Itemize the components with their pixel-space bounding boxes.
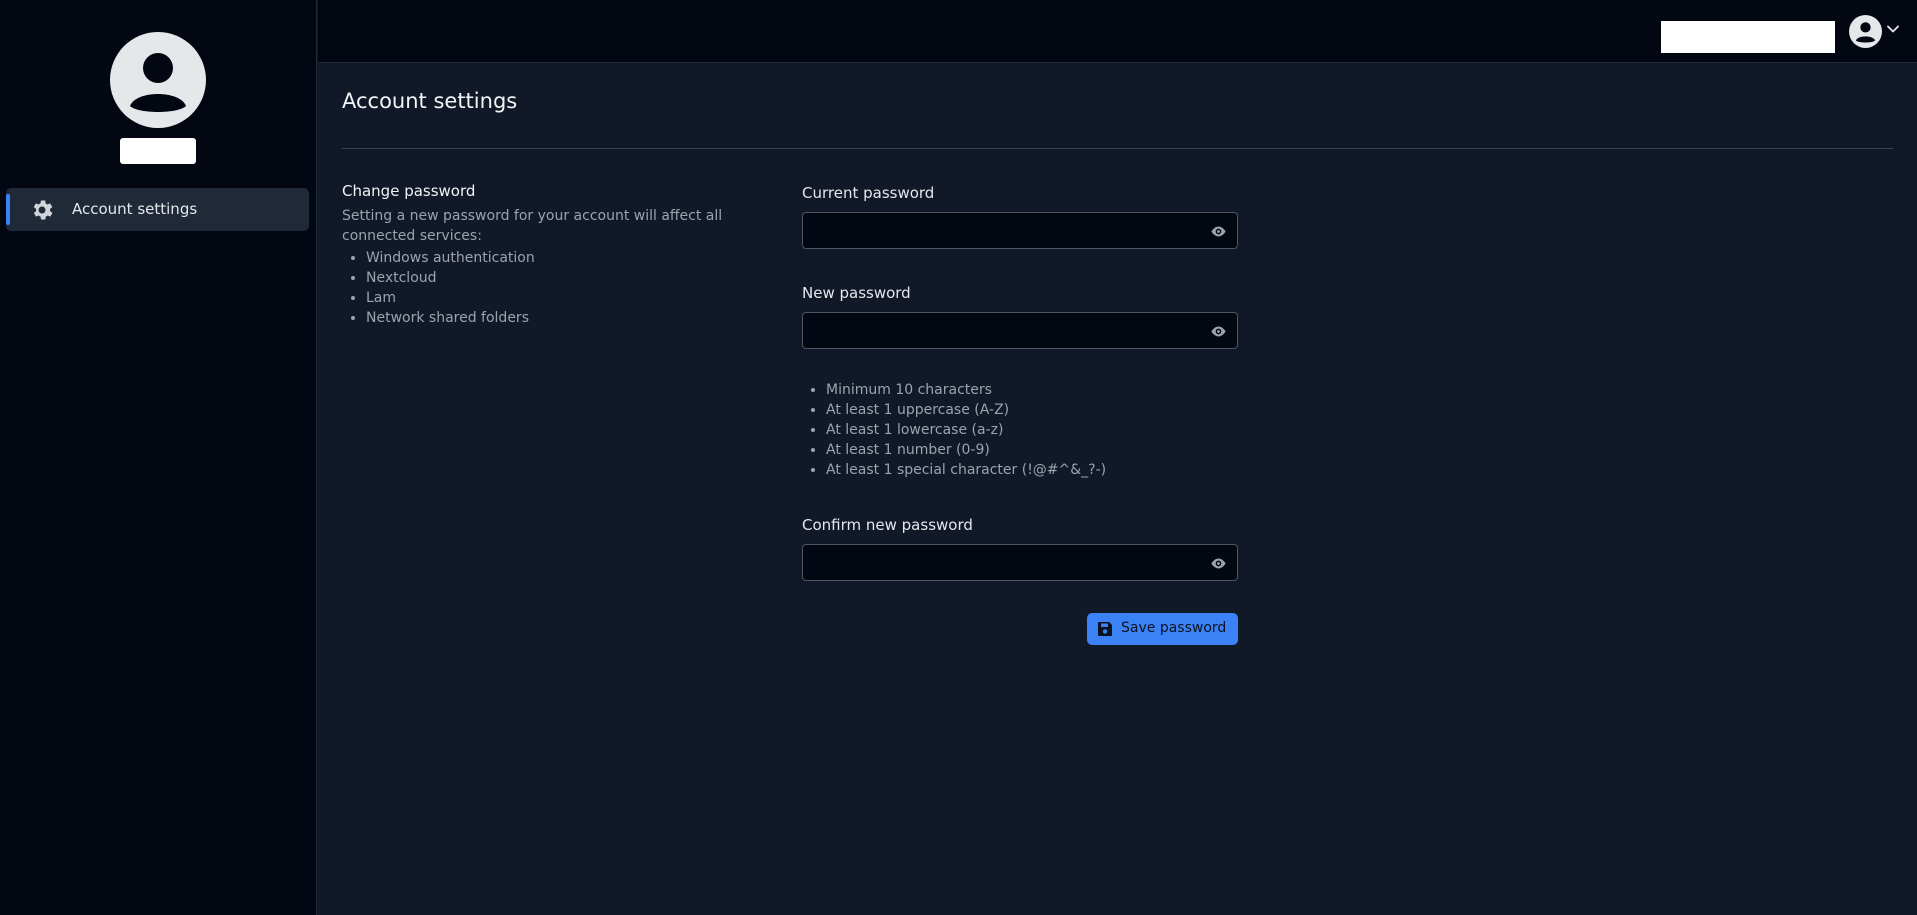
confirm-password-label: Confirm new password [802,516,973,534]
new-password-label: New password [802,284,911,302]
section-title: Change password [342,182,476,200]
list-item: Network shared folders [366,308,535,328]
sidebar-item-account-settings[interactable]: Account settings [6,188,309,231]
eye-icon[interactable] [1210,223,1227,240]
list-item: At least 1 uppercase (A-Z) [826,400,1106,420]
section-divider [342,148,1893,149]
current-password-label: Current password [802,184,935,202]
current-password-input[interactable] [803,213,1193,248]
gear-icon [33,200,53,220]
page-title: Account settings [342,89,518,113]
chevron-down-icon[interactable] [1886,22,1900,36]
list-item: Minimum 10 characters [826,380,1106,400]
redacted-user-name [1661,21,1835,53]
sidebar: Account settings [0,0,317,915]
list-item: Nextcloud [366,268,535,288]
new-password-input[interactable] [803,313,1193,348]
list-item: At least 1 number (0-9) [826,440,1106,460]
sidebar-item-label: Account settings [72,200,198,218]
eye-icon[interactable] [1210,555,1227,572]
list-item: At least 1 special character (!@#^&_?-) [826,460,1106,480]
redacted-username [120,138,196,164]
user-menu-avatar-icon[interactable] [1849,15,1882,48]
section-description: Setting a new password for your account … [342,208,723,244]
list-item: Lam [366,288,535,308]
password-rules-list: Minimum 10 characters At least 1 upperca… [802,380,1106,480]
active-indicator [6,194,10,225]
current-password-field [802,212,1238,249]
list-item: Windows authentication [366,248,535,268]
confirm-password-input[interactable] [803,545,1193,580]
list-item: At least 1 lowercase (a-z) [826,420,1106,440]
services-list: Windows authentication Nextcloud Lam Net… [342,248,535,328]
confirm-password-field [802,544,1238,581]
new-password-field [802,312,1238,349]
save-button-label: Save password [1121,620,1227,636]
eye-icon[interactable] [1210,323,1227,340]
user-avatar-icon [110,32,206,128]
save-password-button[interactable]: Save password [1087,613,1238,645]
floppy-disk-icon [1098,622,1112,636]
